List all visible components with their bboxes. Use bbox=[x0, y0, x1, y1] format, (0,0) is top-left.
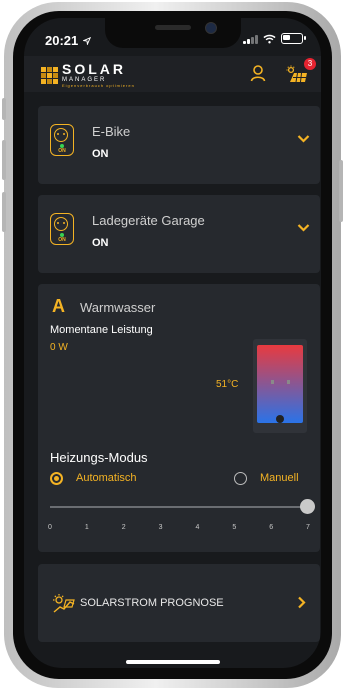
chevron-down-icon[interactable] bbox=[297, 223, 310, 232]
logo-grid-icon bbox=[41, 66, 58, 84]
solar-manager-logo: SOLAR MANAGER Eigenverbrauch optimieren bbox=[41, 62, 135, 88]
device-name: Ladegeräte Garage bbox=[92, 213, 205, 228]
app-screen: 20:21 SOLAR MANAGER Eigenverbrauch optim… bbox=[24, 18, 321, 668]
volume-up-button bbox=[2, 140, 6, 180]
smart-plug-icon: ON bbox=[50, 124, 74, 156]
water-temperature: 51°C bbox=[216, 379, 239, 390]
heating-mode-title: Heizungs-Modus bbox=[50, 450, 148, 465]
location-arrow-icon bbox=[81, 36, 92, 46]
radio-automatisch[interactable] bbox=[50, 472, 63, 485]
smart-plug-icon: ON bbox=[50, 213, 74, 245]
automatic-mode-icon: A bbox=[52, 296, 65, 316]
volume-down-button bbox=[2, 192, 6, 232]
device-card-ladegeraete-garage[interactable]: ON Ladegeräte Garage ON bbox=[38, 195, 320, 273]
front-camera bbox=[205, 22, 217, 34]
logo-title: SOLAR bbox=[62, 61, 126, 77]
slider-tick-label: 0 bbox=[48, 524, 52, 531]
power-slider-track[interactable] bbox=[50, 506, 308, 508]
power-slider-thumb[interactable] bbox=[300, 499, 315, 514]
notch bbox=[105, 18, 241, 48]
notification-badge: 3 bbox=[304, 58, 316, 70]
power-button bbox=[339, 160, 343, 222]
device-state: ON bbox=[92, 148, 109, 160]
solar-forecast-icon bbox=[53, 594, 75, 613]
slider-tick-label: 7 bbox=[306, 524, 310, 531]
boiler-tank-icon bbox=[253, 339, 307, 433]
chevron-down-icon[interactable] bbox=[297, 134, 310, 143]
solar-forecast-card[interactable]: SOLARSTROM PROGNOSE bbox=[38, 564, 320, 642]
user-profile-icon[interactable] bbox=[250, 65, 266, 82]
tank-foot bbox=[271, 380, 274, 384]
logo-subtitle: Eigenverbrauch optimieren bbox=[62, 83, 135, 88]
warmwasser-card: A Warmwasser Momentane Leistung 0 W 51°C… bbox=[38, 284, 320, 552]
device-card-e-bike[interactable]: ON E-Bike ON bbox=[38, 106, 320, 184]
tank-foot bbox=[287, 380, 290, 384]
status-time: 20:21 bbox=[45, 33, 92, 48]
power-value: 0 W bbox=[50, 342, 68, 353]
chevron-right-icon[interactable] bbox=[297, 596, 306, 609]
warmwasser-title: Warmwasser bbox=[80, 300, 156, 315]
status-icons bbox=[243, 33, 306, 44]
slider-tick-label: 2 bbox=[121, 524, 126, 531]
slider-tick-label: 6 bbox=[269, 524, 274, 531]
radio-manuell[interactable] bbox=[234, 472, 247, 485]
slider-tick-label: 1 bbox=[84, 524, 89, 531]
app-header: SOLAR MANAGER Eigenverbrauch optimieren … bbox=[24, 56, 321, 92]
device-state: ON bbox=[92, 237, 109, 249]
radio-label-automatisch[interactable]: Automatisch bbox=[76, 472, 137, 484]
speaker-grille bbox=[155, 25, 191, 30]
slider-tick-label: 4 bbox=[195, 524, 200, 531]
wifi-icon bbox=[263, 34, 276, 43]
device-name: E-Bike bbox=[92, 124, 131, 139]
battery-icon bbox=[281, 33, 306, 44]
cellular-signal-icon bbox=[243, 34, 258, 44]
silent-switch bbox=[2, 98, 6, 120]
radio-label-manuell[interactable]: Manuell bbox=[260, 472, 299, 484]
home-indicator[interactable] bbox=[126, 660, 220, 664]
slider-tick-label: 5 bbox=[232, 524, 237, 531]
slider-tick-label: 3 bbox=[158, 524, 163, 531]
power-label: Momentane Leistung bbox=[50, 324, 153, 336]
solar-forecast-label: SOLARSTROM PROGNOSE bbox=[80, 597, 224, 609]
